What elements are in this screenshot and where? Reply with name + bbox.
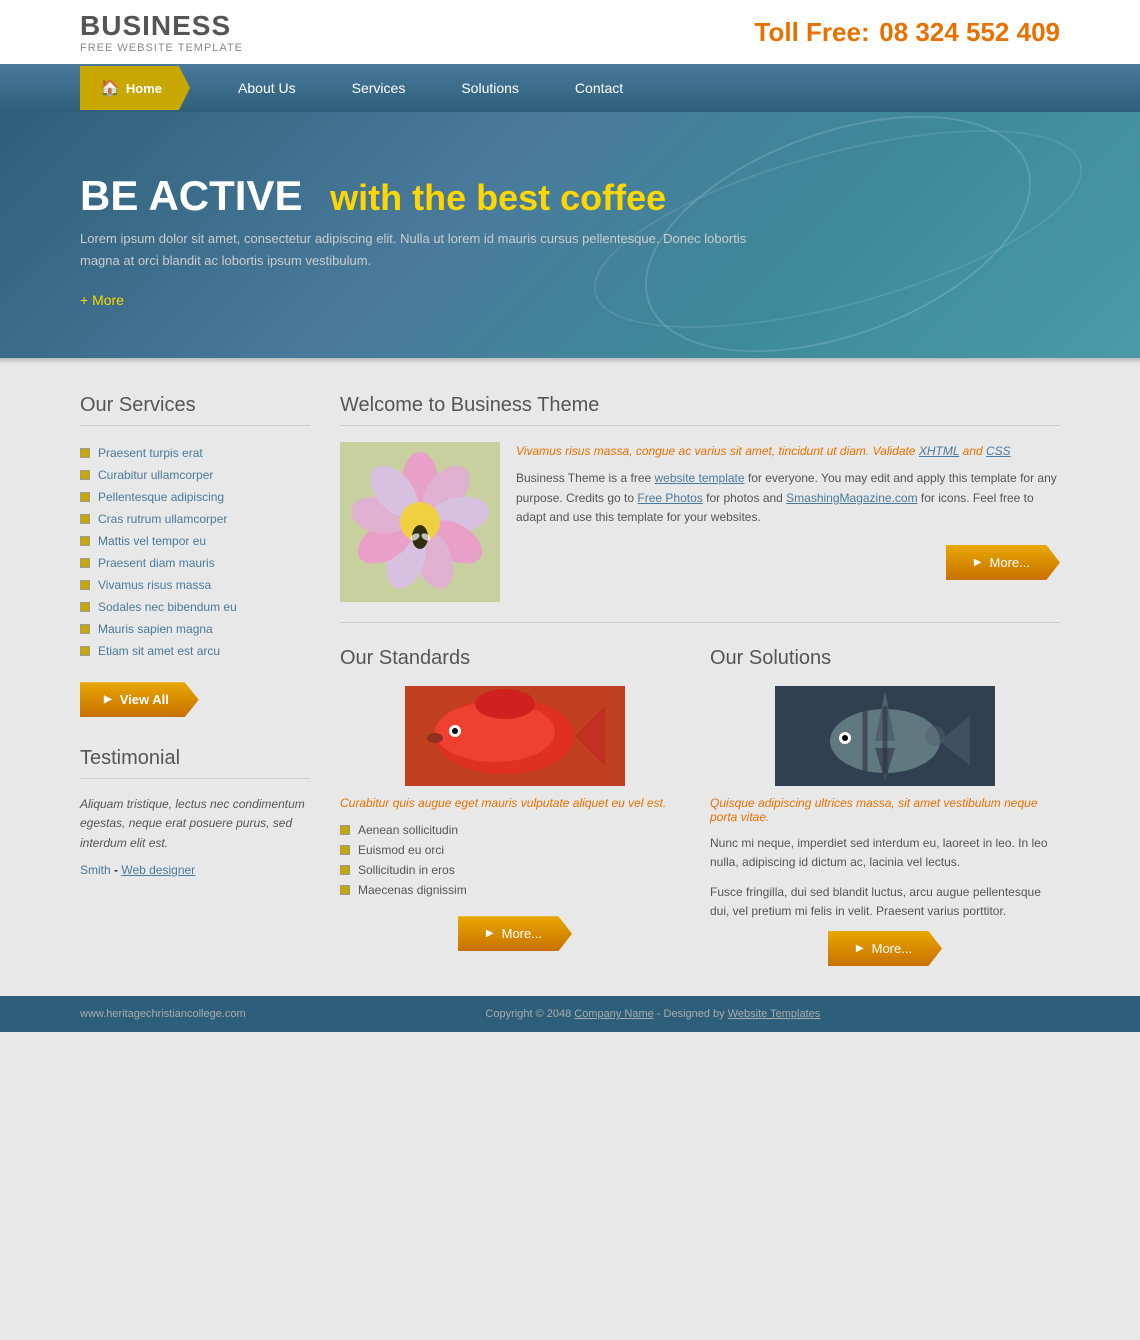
testimonial-text: Aliquam tristique, lectus nec condimentu…: [80, 795, 310, 853]
service-list-item[interactable]: Praesent diam mauris: [80, 552, 310, 574]
welcome-title: Welcome to Business Theme: [340, 394, 1060, 426]
standard-list-item: Sollicitudin in eros: [340, 860, 690, 880]
footer-copyright: Copyright © 2048 Company Name - Designed…: [246, 1008, 1060, 1020]
welcome-image: [340, 442, 500, 602]
service-list-item[interactable]: Mattis vel tempor eu: [80, 530, 310, 552]
banner-more-link[interactable]: + More: [80, 292, 1060, 308]
service-list-item[interactable]: Praesent turpis erat: [80, 442, 310, 464]
template-link[interactable]: website template: [655, 471, 745, 485]
standard-list-item: Euismod eu orci: [340, 840, 690, 860]
welcome-text: Vivamus risus massa, congue ac varius si…: [516, 442, 1060, 602]
banner-heading-sub: with the best coffee: [330, 177, 666, 218]
standards-more-button[interactable]: More...: [458, 916, 572, 951]
nav-about[interactable]: About Us: [210, 64, 324, 112]
welcome-content: Vivamus risus massa, congue ac varius si…: [340, 442, 1060, 602]
footer-website: www.heritagechristiancollege.com: [80, 1008, 246, 1020]
service-list-item[interactable]: Vivamus risus massa: [80, 574, 310, 596]
logo-subtitle: FREE WEBSITE TEMPLATE: [80, 42, 243, 54]
flower-image: [340, 442, 500, 602]
welcome-orange-text: Vivamus risus massa, congue ac varius si…: [516, 442, 1060, 461]
service-list: Praesent turpis eratCurabitur ullamcorpe…: [80, 442, 310, 662]
welcome-more-button[interactable]: More...: [946, 545, 1060, 580]
xhtml-link[interactable]: XHTML: [919, 444, 959, 458]
testimonial-section: Testimonial Aliquam tristique, lectus ne…: [80, 747, 310, 877]
footer: www.heritagechristiancollege.com Copyrig…: [0, 996, 1140, 1032]
hero-banner: BE ACTIVE with the best coffee Lorem ips…: [0, 112, 1140, 358]
solutions-title: Our Solutions: [710, 647, 1060, 670]
left-column: Our Services Praesent turpis eratCurabit…: [80, 394, 310, 966]
service-list-item[interactable]: Sodales nec bibendum eu: [80, 596, 310, 618]
banner-heading: BE ACTIVE with the best coffee: [80, 172, 1060, 220]
solutions-italic: Quisque adipiscing ultrices massa, sit a…: [710, 796, 1060, 824]
toll-free-number: 08 324 552 409: [879, 17, 1060, 47]
welcome-section: Welcome to Business Theme: [340, 394, 1060, 623]
view-all-button[interactable]: View All: [80, 682, 199, 717]
standards-list: Aenean sollicitudinEuismod eu orciSollic…: [340, 820, 690, 900]
smashing-link[interactable]: SmashingMagazine.com: [786, 491, 917, 505]
website-templates-link[interactable]: Website Templates: [728, 1008, 821, 1020]
solutions-section: Our Solutions: [710, 647, 1060, 966]
designed-by-text: Designed by: [664, 1008, 725, 1020]
standard-list-item: Maecenas dignissim: [340, 880, 690, 900]
nav-solutions[interactable]: Solutions: [433, 64, 547, 112]
home-label: Home: [126, 81, 162, 96]
service-list-item[interactable]: Curabitur ullamcorper: [80, 464, 310, 486]
lower-sections: Our Standards: [340, 647, 1060, 966]
banner-heading-main: BE ACTIVE: [80, 172, 302, 219]
solutions-text1: Nunc mi neque, imperdiet sed interdum eu…: [710, 834, 1060, 872]
photos-link[interactable]: Free Photos: [637, 491, 702, 505]
logo-area: BUSINESS FREE WEBSITE TEMPLATE: [80, 10, 243, 54]
home-button[interactable]: 🏠 Home: [80, 66, 190, 110]
standards-italic: Curabitur quis augue eget mauris vulputa…: [340, 796, 690, 810]
angel-fish-image: [710, 686, 1060, 786]
navigation: 🏠 Home About Us Services Solutions Conta…: [0, 64, 1140, 112]
testimonial-title: Testimonial: [80, 747, 310, 779]
toll-free: Toll Free: 08 324 552 409: [755, 17, 1060, 48]
solutions-more-button[interactable]: More...: [828, 931, 942, 966]
main-content: Our Services Praesent turpis eratCurabit…: [0, 364, 1140, 996]
author-name: Smith: [80, 863, 111, 877]
standard-list-item: Aenean sollicitudin: [340, 820, 690, 840]
service-list-item[interactable]: Pellentesque adipiscing: [80, 486, 310, 508]
welcome-body: Business Theme is a free website templat…: [516, 469, 1060, 527]
service-list-item[interactable]: Mauris sapien magna: [80, 618, 310, 640]
solutions-text2: Fusce fringilla, dui sed blandit luctus,…: [710, 883, 1060, 921]
company-name-link[interactable]: Company Name: [574, 1008, 653, 1020]
home-icon: 🏠: [100, 78, 120, 98]
right-column: Welcome to Business Theme: [340, 394, 1060, 966]
nav-contact[interactable]: Contact: [547, 64, 651, 112]
standards-title: Our Standards: [340, 647, 690, 670]
author-role[interactable]: Web designer: [121, 863, 195, 877]
copyright-text: Copyright © 2048: [485, 1008, 571, 1020]
css-link[interactable]: CSS: [986, 444, 1011, 458]
banner-description: Lorem ipsum dolor sit amet, consectetur …: [80, 228, 760, 272]
header: BUSINESS FREE WEBSITE TEMPLATE Toll Free…: [0, 0, 1140, 64]
standards-section: Our Standards: [340, 647, 690, 966]
service-list-item[interactable]: Etiam sit amet est arcu: [80, 640, 310, 662]
testimonial-author: Smith - Web designer: [80, 863, 310, 877]
services-title: Our Services: [80, 394, 310, 426]
nav-links: About Us Services Solutions Contact: [210, 64, 651, 112]
logo-title: BUSINESS: [80, 10, 243, 42]
red-fish-image: [340, 686, 690, 786]
nav-services[interactable]: Services: [324, 64, 434, 112]
service-list-item[interactable]: Cras rutrum ullamcorper: [80, 508, 310, 530]
toll-free-label: Toll Free:: [755, 17, 870, 47]
solutions-image: [710, 686, 1060, 786]
standards-image: [340, 686, 690, 786]
